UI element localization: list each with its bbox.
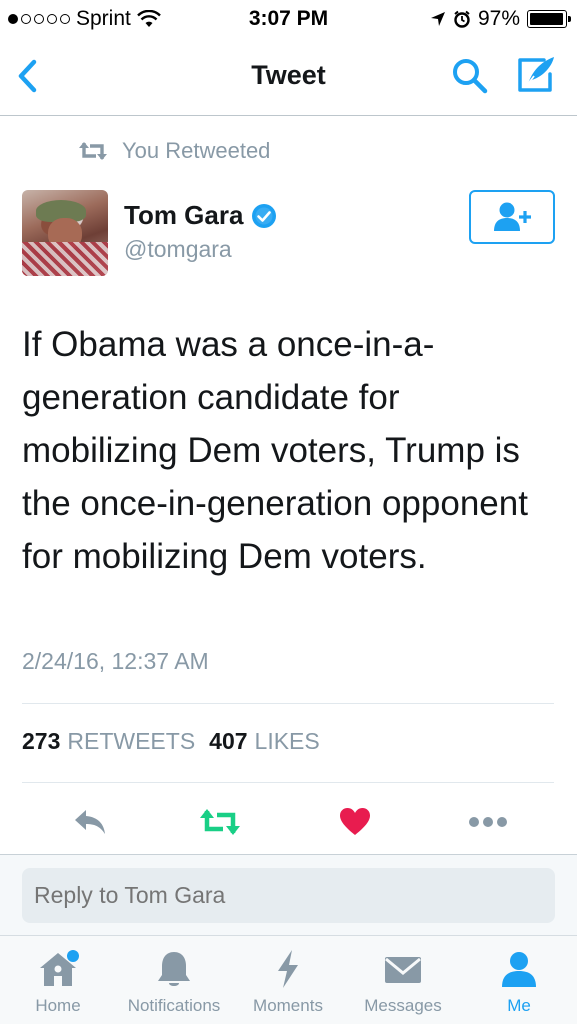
tweet-timestamp: 2/24/16, 12:37 AM bbox=[22, 648, 209, 674]
more-options-icon[interactable] bbox=[466, 800, 510, 844]
tab-home[interactable]: Home bbox=[22, 936, 94, 1024]
tweet-actions bbox=[0, 800, 577, 844]
envelope-icon bbox=[380, 948, 426, 990]
verified-badge-icon bbox=[252, 203, 277, 228]
likes-count[interactable]: 407 LIKES bbox=[209, 728, 320, 755]
divider bbox=[22, 782, 554, 783]
tab-label: Messages bbox=[364, 996, 442, 1015]
tab-me[interactable]: Me bbox=[493, 936, 545, 1024]
reply-input[interactable] bbox=[22, 868, 555, 923]
retweet-small-icon bbox=[79, 142, 107, 160]
tab-label: Moments bbox=[253, 996, 323, 1015]
compose-icon[interactable] bbox=[514, 54, 558, 96]
like-heart-icon[interactable] bbox=[333, 800, 377, 844]
bell-icon bbox=[151, 948, 197, 990]
location-arrow-icon bbox=[430, 12, 445, 26]
retweet-icon[interactable] bbox=[198, 800, 242, 844]
status-right: 97% bbox=[430, 7, 571, 31]
tab-moments[interactable]: Moments bbox=[247, 936, 329, 1024]
avatar[interactable] bbox=[22, 190, 108, 276]
retweets-count[interactable]: 273 RETWEETS bbox=[22, 728, 195, 755]
navigation-bar: Tweet bbox=[0, 38, 577, 116]
retweeted-label: You Retweeted bbox=[122, 138, 271, 163]
engagement-counts: 273 RETWEETS 407 LIKES bbox=[22, 728, 320, 755]
battery-icon bbox=[527, 10, 571, 28]
new-content-dot bbox=[67, 950, 79, 962]
tab-messages[interactable]: Messages bbox=[358, 936, 448, 1024]
search-icon[interactable] bbox=[450, 56, 490, 96]
page-title: Tweet bbox=[251, 60, 326, 90]
battery-percent: 97% bbox=[477, 7, 520, 30]
divider bbox=[22, 703, 554, 704]
person-icon bbox=[496, 948, 542, 990]
tab-label: Me bbox=[507, 996, 531, 1015]
tab-label: Home bbox=[35, 996, 81, 1015]
home-icon bbox=[35, 948, 81, 990]
reply-icon[interactable] bbox=[68, 800, 112, 844]
follow-button[interactable] bbox=[469, 190, 555, 244]
author-name[interactable]: Tom Gara bbox=[124, 200, 277, 231]
alarm-clock-icon bbox=[454, 10, 470, 28]
retweet-context: You Retweeted bbox=[78, 138, 270, 164]
status-bar: Sprint 3:07 PM 97% bbox=[0, 0, 577, 38]
author-handle[interactable]: @tomgara bbox=[124, 236, 232, 263]
author-name-text: Tom Gara bbox=[124, 200, 244, 230]
tab-notifications[interactable]: Notifications bbox=[118, 936, 230, 1024]
battery-level bbox=[530, 13, 563, 25]
tab-label: Notifications bbox=[127, 996, 221, 1015]
tab-bar: Home Notifications Moments Messages Me bbox=[0, 935, 577, 1024]
tweet-text: If Obama was a once-in-a-generation cand… bbox=[22, 325, 528, 576]
lightning-icon bbox=[265, 948, 311, 990]
add-user-icon bbox=[494, 202, 531, 231]
